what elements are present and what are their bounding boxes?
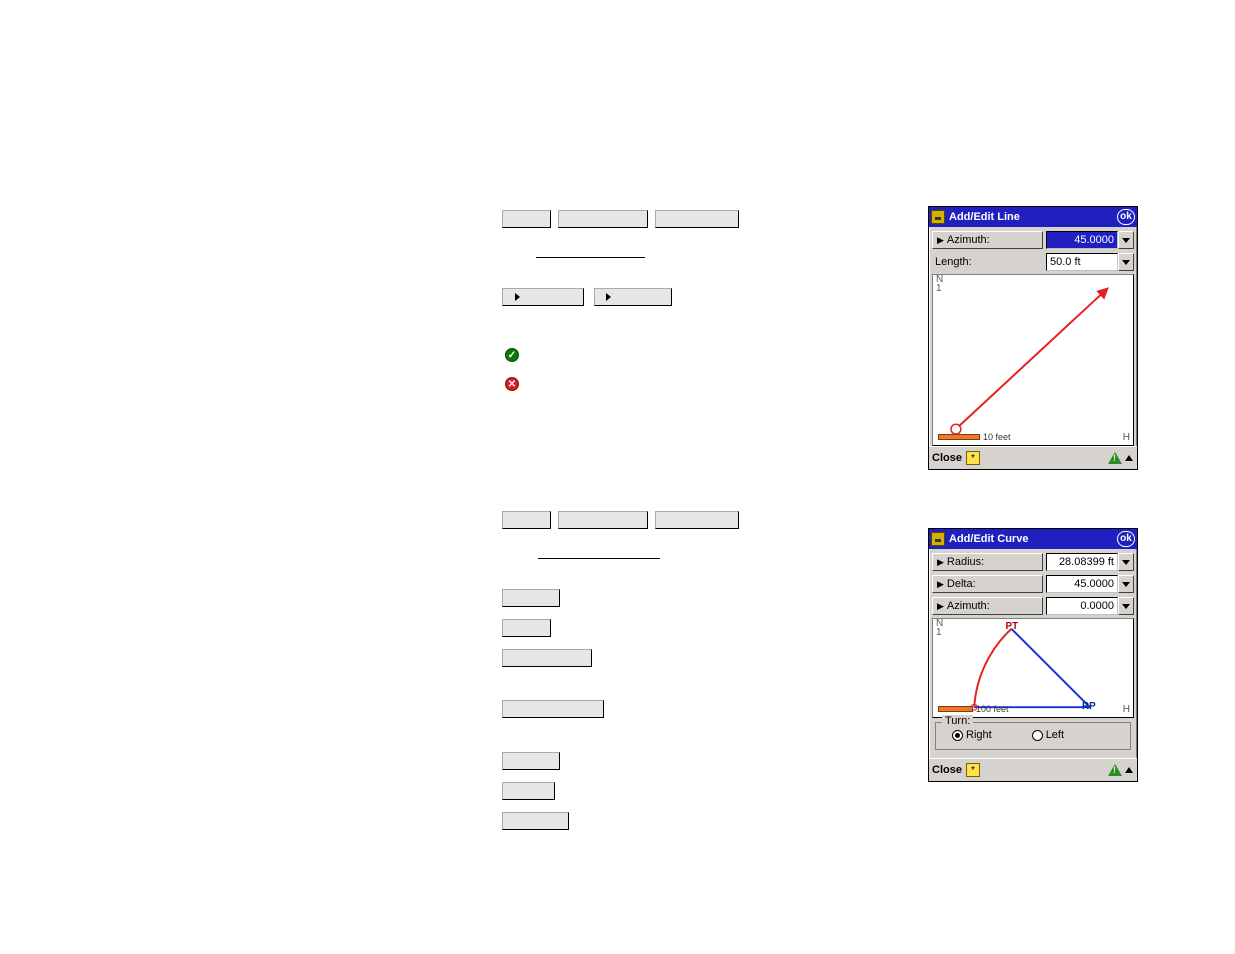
- azimuth-label: Azimuth:: [947, 600, 990, 612]
- dialog-add-edit-line: Add/Edit Line ok ▶Azimuth: 45.0000 Lengt…: [928, 206, 1138, 470]
- arrow-right-icon: ▶: [937, 235, 944, 246]
- row-azimuth: ▶Azimuth: 0.0000: [932, 596, 1134, 616]
- row-radius: ▶Radius: 28.08399 ft: [932, 552, 1134, 572]
- divider-1: [536, 257, 645, 258]
- error-icon: ✕: [505, 377, 519, 391]
- arrow-right-icon: ▶: [937, 557, 944, 568]
- up-arrow-icon[interactable]: [1124, 764, 1134, 776]
- chip-c4[interactable]: [502, 700, 604, 718]
- chip-b3[interactable]: [655, 511, 739, 529]
- row-length: Length: 50.0 ft: [932, 252, 1134, 272]
- azimuth-label-button[interactable]: ▶Azimuth:: [932, 231, 1043, 249]
- close-button[interactable]: Close: [932, 764, 962, 776]
- azimuth-dropdown[interactable]: [1118, 231, 1134, 249]
- chip-b1[interactable]: [502, 511, 551, 529]
- divider-2: [538, 558, 660, 559]
- chip-c1[interactable]: [502, 589, 560, 607]
- ok-button[interactable]: ok: [1117, 531, 1135, 547]
- dialog-body: ▶Azimuth: 45.0000 Length: 50.0 ft N 1 H: [929, 227, 1137, 446]
- row-delta: ▶Delta: 45.0000: [932, 574, 1134, 594]
- delta-dropdown[interactable]: [1118, 575, 1134, 593]
- scale-label: 10 feet: [983, 432, 1011, 442]
- turn-legend: Turn:: [942, 715, 973, 727]
- scale-bar: [938, 706, 973, 712]
- chip-c2[interactable]: [502, 619, 551, 637]
- length-field[interactable]: 50.0 ft: [1046, 253, 1118, 271]
- length-dropdown[interactable]: [1118, 253, 1134, 271]
- chip-a1[interactable]: [502, 210, 551, 228]
- radio-icon: [952, 730, 963, 741]
- canvas: ✓ ✕ Add/Edit Line ok ▶Azimuth: 45.0000 L…: [0, 0, 1235, 954]
- turn-right-radio[interactable]: Right: [952, 729, 992, 741]
- warning-icon[interactable]: [1108, 452, 1122, 464]
- curve-preview-panel: N 1 H PT RP 100 feet: [932, 618, 1134, 718]
- radius-dropdown[interactable]: [1118, 553, 1134, 571]
- app-icon: [931, 210, 945, 224]
- titlebar: Add/Edit Line ok: [929, 207, 1137, 227]
- app-icon: [931, 532, 945, 546]
- turn-group: Turn: Right Left: [935, 722, 1131, 750]
- chip-b2[interactable]: [558, 511, 648, 529]
- svg-text:PT: PT: [1006, 621, 1019, 632]
- keyboard-icon[interactable]: *: [966, 451, 980, 465]
- arrow-right-icon: [515, 293, 520, 301]
- chip-c7[interactable]: [502, 812, 569, 830]
- turn-left-radio[interactable]: Left: [1032, 729, 1064, 741]
- dialog-title: Add/Edit Curve: [949, 533, 1117, 545]
- chip-a2[interactable]: [558, 210, 648, 228]
- chip-c5[interactable]: [502, 752, 560, 770]
- turn-right-label: Right: [966, 729, 992, 741]
- chip-a3[interactable]: [655, 210, 739, 228]
- azimuth-dropdown[interactable]: [1118, 597, 1134, 615]
- line-preview-svg: [933, 275, 1133, 445]
- delta-label-button[interactable]: ▶Delta:: [932, 575, 1043, 593]
- azimuth-field[interactable]: 45.0000: [1046, 231, 1118, 249]
- azimuth-label-button[interactable]: ▶Azimuth:: [932, 597, 1043, 615]
- status-bar: Close *: [929, 446, 1137, 469]
- length-label: Length:: [932, 256, 1046, 268]
- chip-c3[interactable]: [502, 649, 592, 667]
- radio-icon: [1032, 730, 1043, 741]
- dialog-body: ▶Radius: 28.08399 ft ▶Delta: 45.0000 ▶Az…: [929, 549, 1137, 750]
- arrow-right-icon: [606, 293, 611, 301]
- row-azimuth: ▶Azimuth: 45.0000: [932, 230, 1134, 250]
- scale-label: 100 feet: [976, 704, 1009, 714]
- azimuth-field[interactable]: 0.0000: [1046, 597, 1118, 615]
- radius-label: Radius:: [947, 556, 984, 568]
- chip-c6[interactable]: [502, 782, 555, 800]
- warning-icon[interactable]: [1108, 764, 1122, 776]
- turn-left-label: Left: [1046, 729, 1064, 741]
- delta-label: Delta:: [947, 578, 976, 590]
- line-preview-panel: N 1 H 10 feet: [932, 274, 1134, 446]
- check-icon: ✓: [505, 348, 519, 362]
- radius-field[interactable]: 28.08399 ft: [1046, 553, 1118, 571]
- dialog-title: Add/Edit Line: [949, 211, 1117, 223]
- arrow-right-icon: ▶: [937, 579, 944, 590]
- dialog-add-edit-curve: Add/Edit Curve ok ▶Radius: 28.08399 ft ▶…: [928, 528, 1138, 782]
- scale-bar: [938, 434, 980, 440]
- curve-preview-svg: PT RP: [933, 619, 1133, 717]
- svg-text:RP: RP: [1082, 701, 1096, 712]
- arrow-right-icon: ▶: [937, 601, 944, 612]
- radius-label-button[interactable]: ▶Radius:: [932, 553, 1043, 571]
- close-button[interactable]: Close: [932, 452, 962, 464]
- azimuth-label: Azimuth:: [947, 234, 990, 246]
- ok-button[interactable]: ok: [1117, 209, 1135, 225]
- keyboard-icon[interactable]: *: [966, 763, 980, 777]
- status-bar: Close *: [929, 758, 1137, 781]
- titlebar: Add/Edit Curve ok: [929, 529, 1137, 549]
- delta-field[interactable]: 45.0000: [1046, 575, 1118, 593]
- up-arrow-icon[interactable]: [1124, 452, 1134, 464]
